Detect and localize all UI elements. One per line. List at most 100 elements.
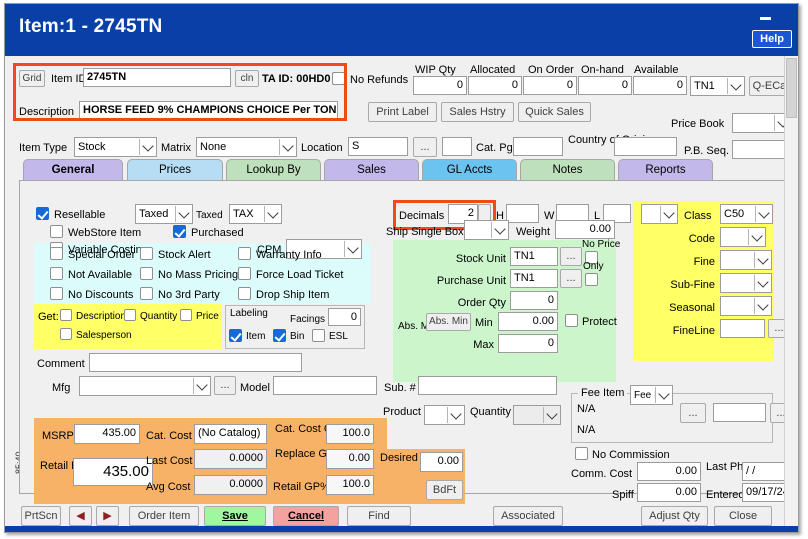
retail-gp-input[interactable]: 100.0 [326,475,374,495]
msrp-input[interactable]: 435.00 [74,424,140,444]
order-qty-input[interactable]: 0 [510,291,558,310]
comm-cost-input[interactable]: 0.00 [637,462,701,481]
location-browse-button[interactable]: ... [413,137,437,157]
chevron-down-icon[interactable] [175,206,191,222]
purchase-unit-input[interactable]: TN1 [510,269,558,288]
description-input[interactable]: HORSE FEED 9% CHAMPIONS CHOICE Per TON [79,101,338,120]
drop-ship-item-checkbox[interactable] [238,287,251,300]
min-input[interactable]: 0.00 [498,312,558,331]
webstore-item-checkbox[interactable] [50,225,63,238]
country-of-origin-input[interactable] [614,137,677,156]
chevron-down-icon[interactable] [754,252,770,268]
class-prefix-select[interactable] [641,204,678,224]
cat-cost-input[interactable]: (No Catalog) [194,424,267,444]
find-button[interactable]: Find [347,506,411,526]
quantity-code-select[interactable] [513,405,561,425]
minimize-icon[interactable] [759,9,773,23]
label-bin-checkbox[interactable] [273,329,286,342]
tab-sales[interactable]: Sales [324,159,419,181]
quick-sales-button[interactable]: Quick Sales [518,102,591,122]
order-item-button[interactable]: Order Item [129,506,199,526]
wip-qty-input[interactable]: 0 [413,76,467,95]
associated-button[interactable]: Associated [493,506,563,526]
pb-seq-input[interactable] [732,140,792,159]
item-id-input[interactable]: 2745TN [83,68,231,87]
close-button[interactable]: Close [714,506,772,526]
save-button[interactable]: Save [204,506,266,526]
cln-button[interactable]: cln [235,70,259,87]
fineline-input[interactable] [720,319,765,338]
tab-reports[interactable]: Reports [618,159,713,181]
get-description-checkbox[interactable] [60,309,72,321]
replace-gp-input[interactable]: 0.00 [326,449,374,469]
tab-gl-accts[interactable]: GL Accts [422,159,517,181]
chevron-down-icon[interactable] [344,241,360,257]
ship-single-box-select[interactable] [464,220,509,240]
chevron-down-icon[interactable] [447,407,463,423]
prtscn-button[interactable]: PrtScn [21,506,61,526]
warranty-info-checkbox[interactable] [238,247,251,260]
adjust-qty-button[interactable]: Adjust Qty [641,506,708,526]
tab-notes[interactable]: Notes [520,159,615,181]
fine-select[interactable] [720,250,772,270]
label-esl-checkbox[interactable] [312,329,325,342]
chevron-down-icon[interactable] [754,275,770,291]
on-hand-input[interactable]: 0 [578,76,632,95]
get-salesperson-checkbox[interactable] [60,328,72,340]
label-item-checkbox[interactable] [229,329,242,342]
matrix-select[interactable]: None [196,137,297,157]
chevron-down-icon[interactable] [279,139,295,155]
resellable-checkbox[interactable] [36,207,49,220]
scrollbar-thumb[interactable] [786,58,797,118]
fee-browse-button-1[interactable]: ... [680,403,706,423]
chevron-down-icon[interactable] [754,298,770,314]
dim-h-input[interactable] [506,204,539,223]
abs-min-button[interactable]: Abs. Min [426,313,471,331]
tab-general[interactable]: General [23,159,123,181]
cat-pg-input[interactable] [513,137,563,156]
help-button[interactable]: Help [752,30,792,48]
mfg-browse-button[interactable]: ... [214,376,236,395]
chevron-down-icon[interactable] [491,222,507,238]
taxed-select[interactable]: Taxed [135,204,193,224]
desired-gp-input[interactable]: 0.00 [420,452,463,472]
special-order-checkbox[interactable] [50,247,63,260]
weight-input[interactable]: 0.00 [555,220,615,239]
location-input[interactable]: S [348,137,408,156]
next-arrow-icon[interactable]: ▶ [96,506,119,526]
chevron-down-icon[interactable] [264,206,280,222]
tax-select[interactable]: TAX [229,204,282,224]
chevron-down-icon[interactable] [655,387,671,403]
chevron-down-icon[interactable] [727,78,743,94]
item-type-select[interactable]: Stock [74,137,157,157]
class-select[interactable]: C50 [720,204,773,224]
allocated-input[interactable]: 0 [468,76,522,95]
fee-extra-input[interactable] [713,403,766,422]
tab-prices[interactable]: Prices [127,159,223,181]
chevron-down-icon[interactable] [748,229,764,245]
chevron-down-icon[interactable] [543,407,559,423]
force-load-ticket-checkbox[interactable] [238,267,251,280]
vertical-scrollbar[interactable] [784,56,798,526]
stock-unit-browse-button[interactable]: ... [560,247,582,266]
code-select[interactable] [720,227,766,247]
chevron-down-icon[interactable] [755,206,771,222]
location-extra-input[interactable] [442,137,472,156]
price-book-select[interactable] [732,113,792,133]
get-price-checkbox[interactable] [180,309,192,321]
chevron-down-icon[interactable] [193,378,209,394]
print-label-button[interactable]: Print Label [368,102,437,122]
purchase-unit-browse-button[interactable]: ... [560,269,582,288]
get-quantity-checkbox[interactable] [124,309,136,321]
on-order-input[interactable]: 0 [523,76,577,95]
bdft-button[interactable]: BdFt [426,480,463,500]
model-input[interactable] [273,376,377,395]
product-code-select[interactable] [424,405,465,425]
protect-checkbox[interactable] [565,314,578,327]
grid-button[interactable]: Grid [19,70,45,87]
prev-arrow-icon[interactable]: ◀ [69,506,92,526]
tab-lookup-by[interactable]: Lookup By [226,159,321,181]
stock-unit-input[interactable]: TN1 [510,247,558,266]
cancel-button[interactable]: Cancel [273,506,339,526]
no-refunds-checkbox[interactable] [332,72,345,85]
